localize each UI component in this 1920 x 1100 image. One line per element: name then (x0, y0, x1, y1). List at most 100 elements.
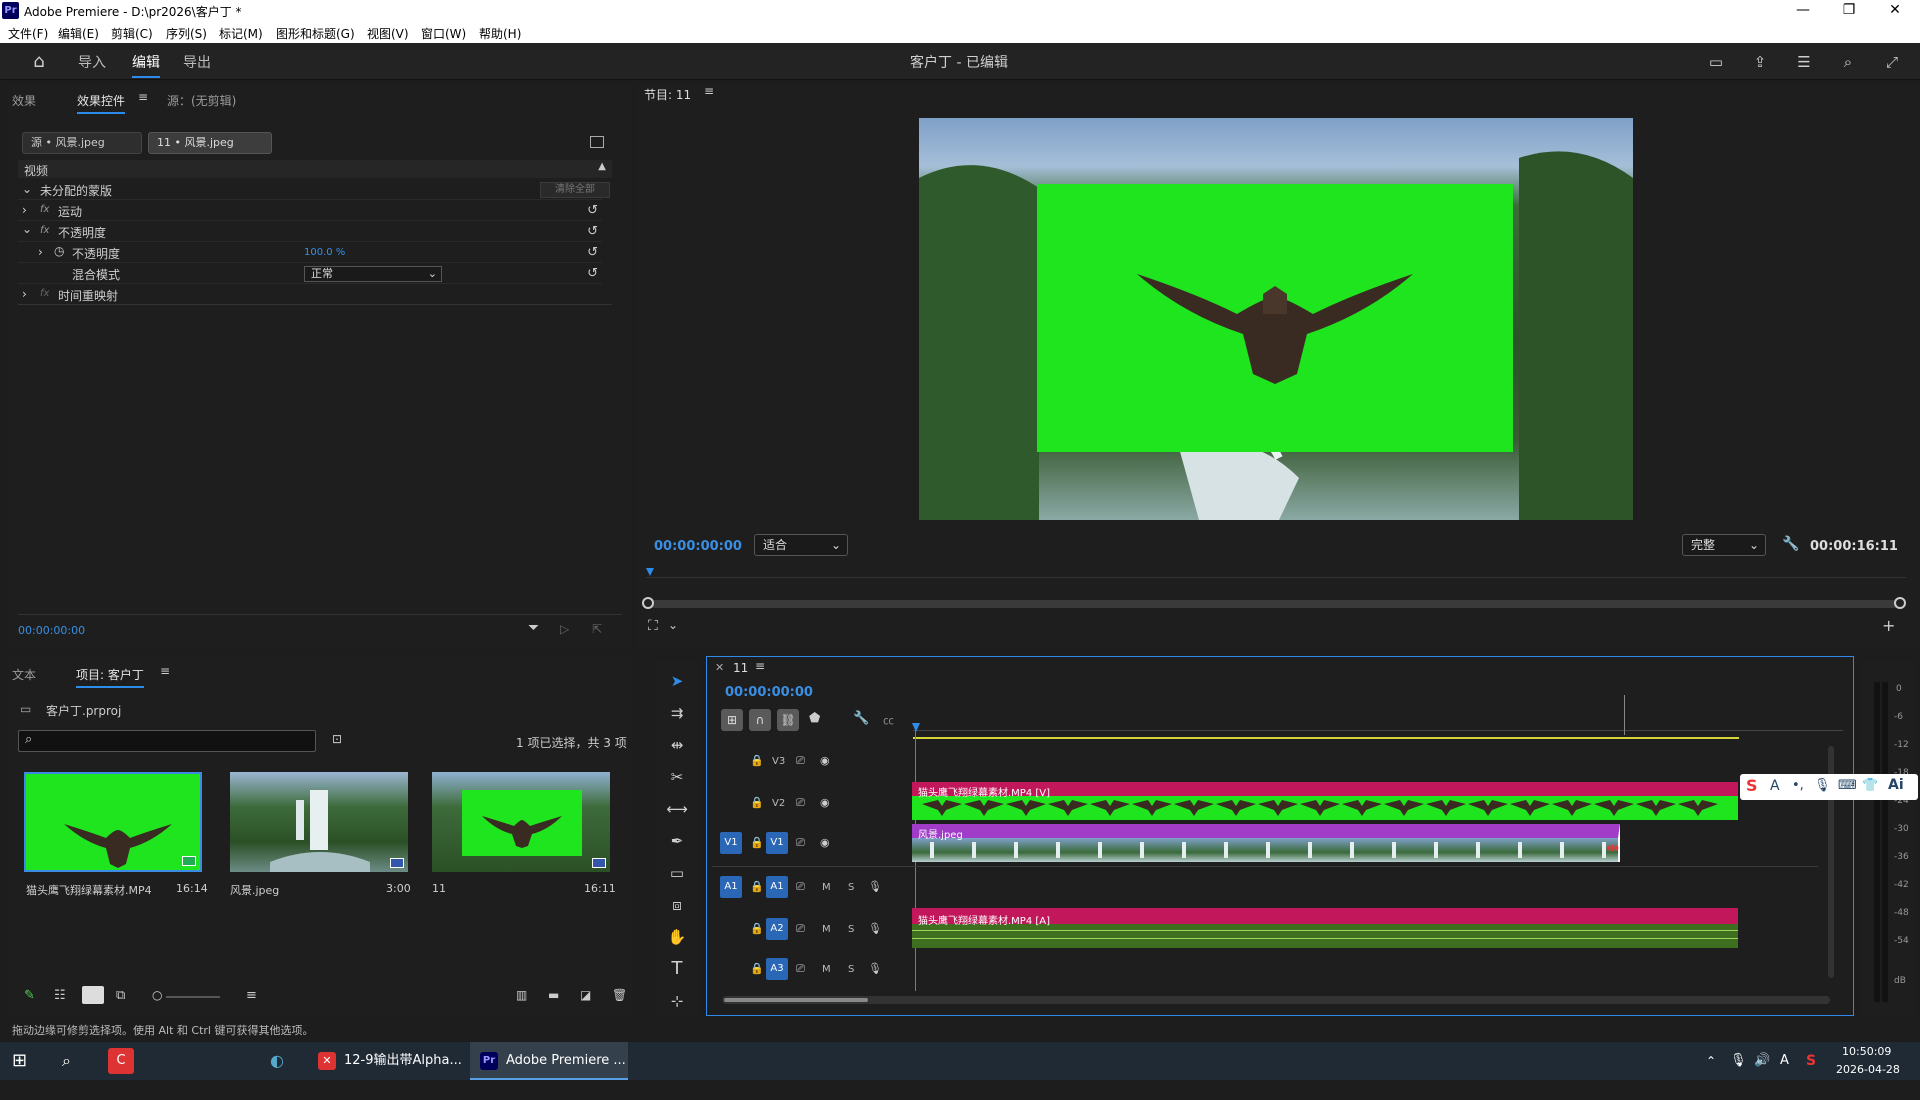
snap-icon[interactable]: ∩ (749, 709, 771, 731)
rectangle-tool-icon[interactable]: ▭ (664, 860, 690, 886)
export-frame-icon[interactable]: ⇱ (592, 622, 602, 636)
add-marker-icon[interactable]: ⬟ (809, 711, 820, 726)
ime-toolbar[interactable]: S A •, 🎙 ⌨ 👕 Ai (1740, 774, 1918, 800)
scrollbar-handle-right[interactable] (1894, 597, 1906, 609)
input-language-icon[interactable]: A (1780, 1042, 1789, 1080)
zoom-scrollbar[interactable] (646, 600, 1902, 608)
share-icon[interactable]: ⇪ (1749, 51, 1771, 73)
lock-icon[interactable]: 🔒 (750, 796, 764, 809)
insert-nest-icon[interactable]: ⊞ (721, 709, 743, 731)
filter-icon[interactable]: ⏷ (528, 620, 539, 636)
microphone-icon[interactable]: 🎙 (868, 922, 882, 935)
reset-icon[interactable]: ↺ (587, 266, 598, 281)
chevron-down-icon[interactable]: ⌄ (22, 222, 32, 236)
tab-effect-controls[interactable]: 效果控件 (77, 92, 126, 114)
skin-icon[interactable]: 👕 (1862, 778, 1878, 793)
keyboard-icon[interactable]: ⌨ (1838, 778, 1857, 793)
source-v1-patch[interactable]: V1 (720, 832, 742, 854)
hand-tool-icon[interactable]: ✋ (664, 924, 690, 950)
wrench-icon[interactable]: 🔧 (1782, 536, 1799, 552)
ai-icon[interactable]: Ai (1888, 777, 1904, 793)
lock-icon[interactable]: 🔒 (750, 880, 764, 893)
playhead-marker[interactable] (912, 723, 920, 732)
workspace-menu-icon[interactable]: ☰ (1793, 51, 1815, 73)
scrollbar-handle-left[interactable] (642, 597, 654, 609)
edge-browser-icon[interactable]: ◐ (270, 1042, 284, 1080)
new-item-icon[interactable]: ◪ (580, 988, 591, 1002)
panel-menu-icon[interactable]: ≡ (755, 659, 765, 673)
horizontal-scrollbar-thumb[interactable] (724, 998, 868, 1002)
tab-edit[interactable]: 编辑 (132, 52, 160, 78)
home-icon[interactable]: ⌂ (28, 51, 50, 73)
sequence-clip-chip[interactable]: 11 • 风景.jpeg (148, 132, 272, 154)
trash-icon[interactable]: 🗑 (612, 988, 627, 1002)
restore-button[interactable]: ❐ (1826, 0, 1872, 21)
microphone-icon[interactable]: 🎙 (868, 880, 882, 893)
reset-icon[interactable]: ↺ (587, 245, 598, 260)
timeline-settings-icon[interactable]: 🔧 (853, 711, 869, 726)
lock-icon[interactable]: 🔒 (750, 962, 764, 975)
reframe-tool-icon[interactable]: ⧈ (664, 892, 690, 918)
taskbar-app-alpha[interactable]: ✕ 12-9输出带Alpha... (312, 1042, 464, 1080)
windows-start-icon[interactable]: ⊞ (12, 1042, 27, 1080)
menu-marker[interactable]: 标记(M) (219, 25, 263, 42)
minimize-button[interactable]: — (1780, 0, 1826, 21)
track-v1-label[interactable]: V1 (766, 832, 788, 854)
punctuation-icon[interactable]: •, (1792, 778, 1804, 793)
timeline-ruler[interactable] (913, 717, 1843, 731)
panel-layout-icon[interactable]: ▭ (1705, 51, 1727, 73)
lock-icon[interactable]: 🔒 (750, 754, 764, 767)
sequence-tab[interactable]: 11 (733, 661, 748, 675)
icon-view-icon[interactable] (82, 986, 104, 1004)
menu-window[interactable]: 窗口(W) (421, 25, 466, 42)
solo-button[interactable]: S (848, 924, 854, 935)
track-a1-label[interactable]: A1 (766, 876, 788, 898)
chevron-right-icon[interactable]: › (22, 287, 27, 301)
play-audio-icon[interactable]: ▷ (560, 622, 569, 636)
project-item-sequence[interactable] (432, 772, 610, 872)
chevron-down-icon[interactable]: ⌄ (22, 182, 32, 196)
clock-date[interactable]: 2026-04-28 (1836, 1062, 1900, 1100)
sync-lock-icon[interactable]: ⎚ (796, 796, 805, 810)
playhead-marker[interactable] (646, 568, 654, 576)
chevron-down-icon[interactable]: ⌄ (668, 618, 678, 632)
reset-icon[interactable]: ↺ (587, 203, 598, 218)
taskbar-app-premiere[interactable]: Pr Adobe Premiere ... (470, 1042, 628, 1080)
lock-icon[interactable]: 🔒 (750, 922, 764, 935)
lock-icon[interactable]: 🔒 (750, 836, 764, 849)
search-icon[interactable]: ⌕ (62, 1042, 71, 1080)
collapse-icon[interactable]: ▲ (598, 161, 606, 172)
program-monitor-label[interactable]: 节目: 11 (644, 86, 691, 103)
solo-button[interactable]: S (848, 964, 854, 975)
mute-button[interactable]: M (822, 924, 831, 935)
opacity-value[interactable]: 100.0 % (304, 247, 345, 258)
freeform-view-icon[interactable]: ⧉ (116, 988, 125, 1003)
search-field[interactable]: ⌕ (18, 730, 316, 752)
fx-badge[interactable]: fx (40, 225, 49, 236)
fx-badge[interactable]: fx (40, 204, 49, 215)
safe-margins-icon[interactable]: ⛶ (648, 618, 658, 634)
menu-sequence[interactable]: 序列(S) (166, 25, 207, 42)
project-item-owl[interactable] (24, 772, 202, 872)
sync-lock-icon[interactable]: ⎚ (796, 962, 805, 976)
zoom-slider[interactable] (166, 996, 220, 998)
toggle-timeline-icon[interactable] (590, 136, 604, 148)
stopwatch-icon[interactable]: ◷ (54, 244, 64, 258)
chevron-right-icon[interactable]: › (38, 245, 43, 259)
mute-button[interactable]: M (822, 882, 831, 893)
ripple-edit-tool-icon[interactable]: ⇹ (664, 732, 690, 758)
track-a3-label[interactable]: A3 (766, 958, 788, 980)
list-view-icon[interactable]: ☷ (54, 988, 66, 1003)
type-tool-icon[interactable]: T (664, 956, 690, 982)
trim-cursor-icon[interactable]: ⇹ (1606, 838, 1619, 857)
menu-file[interactable]: 文件(F) (8, 25, 48, 42)
menu-graphics[interactable]: 图形和标题(G) (276, 25, 355, 42)
razor-tool-icon[interactable]: ✂ (664, 764, 690, 790)
panel-menu-icon[interactable]: ≡ (160, 664, 170, 678)
blend-mode-select[interactable]: 正常 ⌄ (304, 266, 442, 282)
menu-clip[interactable]: 剪辑(C) (111, 25, 153, 42)
fit-select[interactable]: 适合 ⌄ (754, 534, 848, 556)
new-search-bin-icon[interactable]: ⊡ (332, 732, 342, 746)
pen-tool-icon[interactable]: ✒ (664, 828, 690, 854)
horizontal-scrollbar[interactable] (722, 996, 1830, 1004)
